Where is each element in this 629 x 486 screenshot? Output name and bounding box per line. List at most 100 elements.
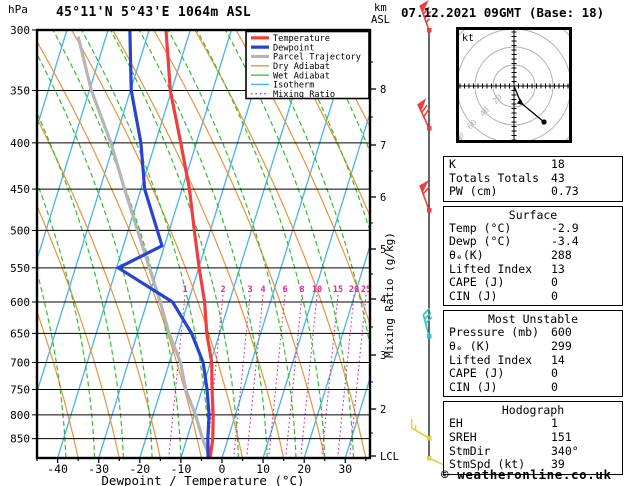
legend-label: Mixing Ratio: [273, 90, 335, 100]
table-row: CIN (J) 0: [444, 288, 622, 304]
pressure-tick-label: 500: [10, 224, 30, 237]
pressure-tick-label: 700: [10, 356, 30, 369]
pressure-tick-label: 650: [10, 327, 30, 340]
table-row: SREH 151: [444, 429, 622, 445]
altitude-axis-label: ASL: [371, 14, 390, 26]
pressure-tick-label: 350: [10, 84, 30, 97]
mixing-ratio-value: 20: [349, 285, 359, 295]
table-row: Dewp (°C) -3.4: [444, 235, 622, 249]
altitude-axis-label: km: [374, 2, 387, 14]
sounding-page: { "header": { "station_title": "45°11'N …: [0, 0, 629, 486]
table-row: K 18: [444, 157, 622, 172]
pressure-tick-label: 750: [10, 384, 30, 397]
indices-table: K 18 Totals Totals 43 PW (cm) 0.73: [443, 156, 623, 202]
table-row: Totals Totals 43: [444, 170, 622, 186]
row-value: 340°: [551, 443, 579, 458]
row-value: 0: [551, 379, 558, 394]
wind-barb: [422, 307, 433, 339]
hodograph-trace: [513, 85, 545, 123]
table-row: CAPE (J) 0: [444, 276, 622, 290]
mixing-ratio-value: 10: [312, 285, 322, 295]
altitude-tick-label: 6: [380, 192, 386, 204]
altitude-tick-label: 8: [380, 84, 386, 96]
pressure-tick-label: 850: [10, 433, 30, 446]
mixing-ratio-value: 3: [247, 285, 252, 295]
row-label: Lifted Index: [449, 261, 533, 276]
row-value: 1: [551, 416, 558, 431]
row-value: 43: [551, 170, 565, 185]
legend: TemperatureDewpointParcel TrajectoryDry …: [245, 30, 370, 100]
row-label: CAPE (J): [449, 275, 505, 290]
wind-barb: [419, 179, 432, 213]
copyright: © weatheronline.co.uk: [441, 467, 612, 482]
row-label: θₑ(K): [449, 247, 484, 262]
table-title: Most Unstable: [487, 312, 578, 327]
row-label: CIN (J): [449, 288, 498, 303]
row-value: 0: [551, 288, 558, 303]
row-label: CAPE (J): [449, 366, 505, 381]
table-row: θₑ (K) 299: [444, 338, 622, 354]
mixing-ratio-value: 6: [282, 285, 287, 295]
pressure-tick-label: 800: [10, 409, 30, 422]
row-label: Totals Totals: [449, 170, 540, 185]
altitude-axis: 8765432LCLkmASLMixing Ratio (g/kg): [370, 2, 399, 463]
mixing-ratio-axis-label: Mixing Ratio (g/kg): [383, 232, 396, 358]
most-unstable-table: Most Unstable Pressure (mb) 600 θₑ (K) 299…: [443, 310, 623, 398]
pressure-tick-label: 300: [10, 24, 30, 37]
datetime-title: 07.12.2021 09GMT (Base: 18): [401, 5, 605, 20]
row-value: 151: [551, 429, 572, 444]
mixing-ratio-value: 4: [260, 285, 265, 295]
table-row: Lifted Index 13: [444, 261, 622, 277]
hodograph-table: Hodograph EH 1 SREH 151 StmDir 340° StmSpd …: [443, 401, 623, 475]
row-value: 0: [551, 366, 558, 381]
row-label: θₑ (K): [449, 338, 491, 353]
row-label: CIN (J): [449, 379, 498, 394]
row-label: Dewp (°C): [449, 234, 512, 249]
mixing-ratio-value: 2: [220, 285, 225, 295]
row-value: 14: [551, 352, 565, 367]
row-value: 13: [551, 261, 565, 276]
station-title: 45°11'N 5°43'E 1064m ASL: [56, 5, 252, 20]
mixing-ratio-value: 15: [333, 285, 343, 295]
table-row: CAPE (J) 0: [444, 367, 622, 381]
hodograph-endpoint: [541, 119, 547, 125]
pressure-axis-label: hPa: [8, 3, 28, 16]
row-label: StmDir: [449, 443, 491, 458]
lcl-label: LCL: [380, 451, 399, 463]
row-label: EH: [449, 416, 463, 431]
row-value: -3.4: [551, 234, 579, 249]
table-row: PW (cm) 0.73: [444, 185, 622, 199]
row-label: Pressure (mb): [449, 325, 540, 340]
mixing-ratio-value: 1: [182, 285, 187, 295]
row-label: PW (cm): [449, 184, 498, 199]
hodograph: 20406080kt: [456, 27, 572, 143]
altitude-tick-label: 2: [380, 404, 386, 416]
row-value: -2.9: [551, 220, 579, 235]
table-row: CIN (J) 0: [444, 379, 622, 395]
row-label: Temp (°C): [449, 220, 512, 235]
table-title: Surface: [508, 207, 558, 222]
table-row: Temp (°C) -2.9: [444, 220, 622, 236]
row-label: SREH: [449, 429, 477, 444]
mixing-ratio-value: 8: [299, 285, 304, 295]
row-value: 18: [551, 157, 565, 171]
hodograph-unit-label: kt: [462, 33, 474, 44]
skewt-chart: 1 2 3 4 6 8 10 15 20 2530035040045050055060065070…: [8, 0, 449, 486]
hodograph-plot: 20406080: [458, 29, 570, 141]
pressure-tick-label: 400: [10, 137, 30, 150]
table-row: Pressure (mb) 600: [444, 326, 622, 340]
row-value: 288: [551, 247, 572, 262]
surface-table: Surface Temp (°C) -2.9 Dewp (°C) -3.4 θₑ(K…: [443, 205, 623, 307]
row-value: 0.73: [551, 184, 579, 199]
stats-panel: K 18 Totals Totals 43 PW (cm) 0.73 Surface …: [443, 156, 623, 479]
table-row: Lifted Index 14: [444, 352, 622, 368]
row-label: K: [449, 157, 456, 171]
table-title: Hodograph: [501, 403, 565, 418]
temp-axis: -40 -30 -20 -10 0 10 20 30Dewpoint / Temperatur…: [36, 458, 367, 486]
row-value: 299: [551, 338, 572, 353]
row-label: Lifted Index: [449, 352, 533, 367]
pressure-tick-label: 450: [10, 183, 30, 196]
table-row: StmDir 340°: [444, 443, 622, 459]
row-value: 600: [551, 325, 572, 340]
altitude-tick-label: 7: [380, 140, 386, 152]
